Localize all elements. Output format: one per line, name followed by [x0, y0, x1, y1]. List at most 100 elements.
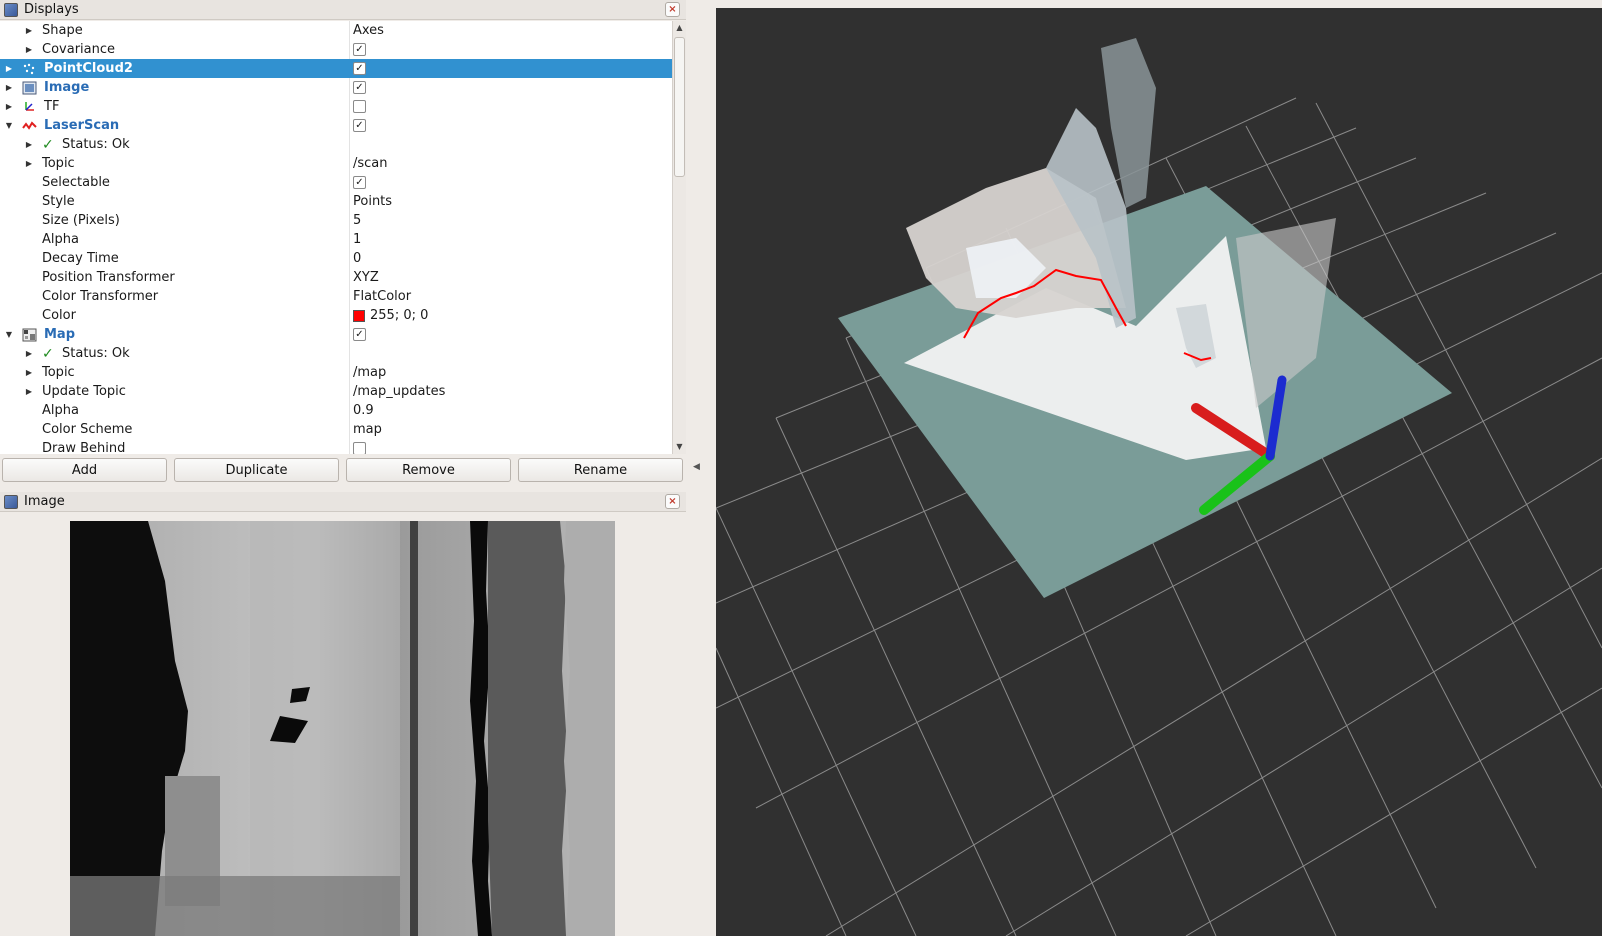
tree-row-pointcloud2[interactable]: ▶ PointCloud2 ✓ — [0, 59, 672, 78]
scroll-down-arrow-icon[interactable]: ▼ — [673, 440, 686, 454]
property-label: Topic — [42, 156, 75, 171]
property-label: Shape — [42, 23, 83, 38]
tree-row-color-transformer[interactable]: Color Transformer FlatColor — [0, 287, 672, 306]
property-label: Color Transformer — [42, 289, 159, 304]
remove-button[interactable]: Remove — [346, 458, 511, 482]
tree-row-laserscan-status[interactable]: ▶ ✓ Status: Ok — [0, 135, 672, 154]
displays-tree[interactable]: ▶ Shape Axes ▶ Covariance ✓ ▶ PointCloud… — [0, 21, 672, 454]
image-checkbox[interactable]: ✓ — [353, 81, 366, 94]
status-ok-check-icon: ✓ — [42, 345, 54, 362]
property-value[interactable]: Axes — [353, 23, 384, 38]
tf-icon — [25, 101, 34, 111]
status-ok-check-icon: ✓ — [42, 136, 54, 153]
scroll-thumb[interactable] — [674, 37, 685, 177]
property-value[interactable]: FlatColor — [353, 289, 411, 304]
tree-row-map-alpha[interactable]: Alpha 0.9 — [0, 401, 672, 420]
color-swatch[interactable] — [353, 309, 365, 322]
3d-scene[interactable] — [716, 8, 1602, 936]
displays-panel-title: Displays × — [0, 0, 686, 20]
status-label: Status: Ok — [62, 346, 130, 361]
pointcloud2-checkbox[interactable]: ✓ — [353, 62, 366, 75]
panel-collapse-arrow-icon[interactable]: ◀ — [693, 462, 700, 472]
property-value[interactable]: /map_updates — [353, 384, 445, 399]
property-value[interactable]: 0.9 — [353, 403, 374, 418]
expand-arrow-icon[interactable]: ▶ — [24, 387, 34, 396]
tree-row-shape[interactable]: ▶ Shape Axes — [0, 21, 672, 40]
expand-arrow-icon[interactable]: ▶ — [4, 64, 14, 73]
laserscan-checkbox[interactable]: ✓ — [353, 119, 366, 132]
tree-scrollbar[interactable]: ▲ ▼ — [672, 21, 686, 454]
property-label: Update Topic — [42, 384, 126, 399]
property-value[interactable]: 1 — [353, 232, 361, 247]
tree-row-style[interactable]: Style Points — [0, 192, 672, 211]
property-label: Style — [42, 194, 75, 209]
tree-row-decay-time[interactable]: Decay Time 0 — [0, 249, 672, 268]
tree-row-laserscan-topic[interactable]: ▶ Topic /scan — [0, 154, 672, 173]
tree-row-map[interactable]: ▼ Map ✓ — [0, 325, 672, 344]
image-panel-icon — [4, 494, 18, 509]
covariance-checkbox[interactable]: ✓ — [353, 43, 366, 56]
tree-row-position-transformer[interactable]: Position Transformer XYZ — [0, 268, 672, 287]
display-name: Image — [44, 80, 90, 95]
property-value[interactable]: /scan — [353, 156, 388, 171]
property-value[interactable]: 255; 0; 0 — [370, 308, 428, 323]
status-label: Status: Ok — [62, 137, 130, 152]
tree-row-color[interactable]: Color 255; 0; 0 — [0, 306, 672, 325]
property-value[interactable]: 0 — [353, 251, 361, 266]
expand-arrow-icon[interactable]: ▶ — [4, 102, 14, 111]
image-panel-close-button[interactable]: × — [665, 494, 680, 509]
rename-button[interactable]: Rename — [518, 458, 683, 482]
tree-row-image[interactable]: ▶ Image ✓ — [0, 78, 672, 97]
expand-arrow-icon[interactable]: ▶ — [24, 140, 34, 149]
tree-row-covariance[interactable]: ▶ Covariance ✓ — [0, 40, 672, 59]
property-value[interactable]: XYZ — [353, 270, 379, 285]
depth-image — [70, 521, 615, 936]
tree-row-selectable[interactable]: Selectable ✓ — [0, 173, 672, 192]
scroll-up-arrow-icon[interactable]: ▲ — [673, 21, 686, 35]
property-value[interactable]: Points — [353, 194, 392, 209]
display-buttons-bar: Add Duplicate Remove Rename — [0, 458, 686, 484]
draw-behind-checkbox[interactable] — [353, 442, 366, 454]
display-name: PointCloud2 — [44, 61, 133, 76]
collapse-arrow-icon[interactable]: ▼ — [4, 330, 14, 339]
expand-arrow-icon[interactable]: ▶ — [24, 368, 34, 377]
rviz-window: Displays × ▶ Shape Axes ▶ Covariance ✓ ▶ — [0, 0, 1602, 936]
map-icon — [22, 328, 37, 341]
displays-close-button[interactable]: × — [665, 2, 680, 17]
expand-arrow-icon[interactable]: ▶ — [24, 349, 34, 358]
duplicate-button[interactable]: Duplicate — [174, 458, 339, 482]
tree-row-laserscan[interactable]: ▼ LaserScan ✓ — [0, 116, 672, 135]
property-value[interactable]: 5 — [353, 213, 361, 228]
tree-row-map-status[interactable]: ▶ ✓ Status: Ok — [0, 344, 672, 363]
image-panel-title-text: Image — [24, 494, 65, 509]
selectable-checkbox[interactable]: ✓ — [353, 176, 366, 189]
property-value[interactable]: /map — [353, 365, 386, 380]
image-icon — [22, 81, 37, 94]
map-checkbox[interactable]: ✓ — [353, 328, 366, 341]
tf-checkbox[interactable] — [353, 100, 366, 113]
tree-row-draw-behind[interactable]: Draw Behind — [0, 439, 672, 454]
property-label: Alpha — [42, 232, 79, 247]
expand-arrow-icon[interactable]: ▶ — [24, 45, 34, 54]
tree-row-color-scheme[interactable]: Color Scheme map — [0, 420, 672, 439]
tree-row-map-topic[interactable]: ▶ Topic /map — [0, 363, 672, 382]
displays-title: Displays — [24, 2, 79, 17]
property-value[interactable]: map — [353, 422, 382, 437]
expand-arrow-icon[interactable]: ▶ — [24, 26, 34, 35]
tree-row-alpha[interactable]: Alpha 1 — [0, 230, 672, 249]
property-label: Covariance — [42, 42, 115, 57]
laserscan-icon — [22, 120, 37, 130]
expand-arrow-icon[interactable]: ▶ — [24, 159, 34, 168]
expand-arrow-icon[interactable]: ▶ — [4, 83, 14, 92]
displays-icon — [4, 2, 18, 17]
render-view-3d[interactable] — [716, 8, 1602, 936]
tree-row-size[interactable]: Size (Pixels) 5 — [0, 211, 672, 230]
display-name: LaserScan — [44, 118, 120, 133]
tree-row-tf[interactable]: ▶ TF — [0, 97, 672, 116]
display-name: TF — [44, 99, 60, 114]
property-label: Draw Behind — [42, 441, 126, 454]
collapse-arrow-icon[interactable]: ▼ — [4, 121, 14, 130]
tree-row-update-topic[interactable]: ▶ Update Topic /map_updates — [0, 382, 672, 401]
add-button[interactable]: Add — [2, 458, 167, 482]
property-label: Color Scheme — [42, 422, 133, 437]
